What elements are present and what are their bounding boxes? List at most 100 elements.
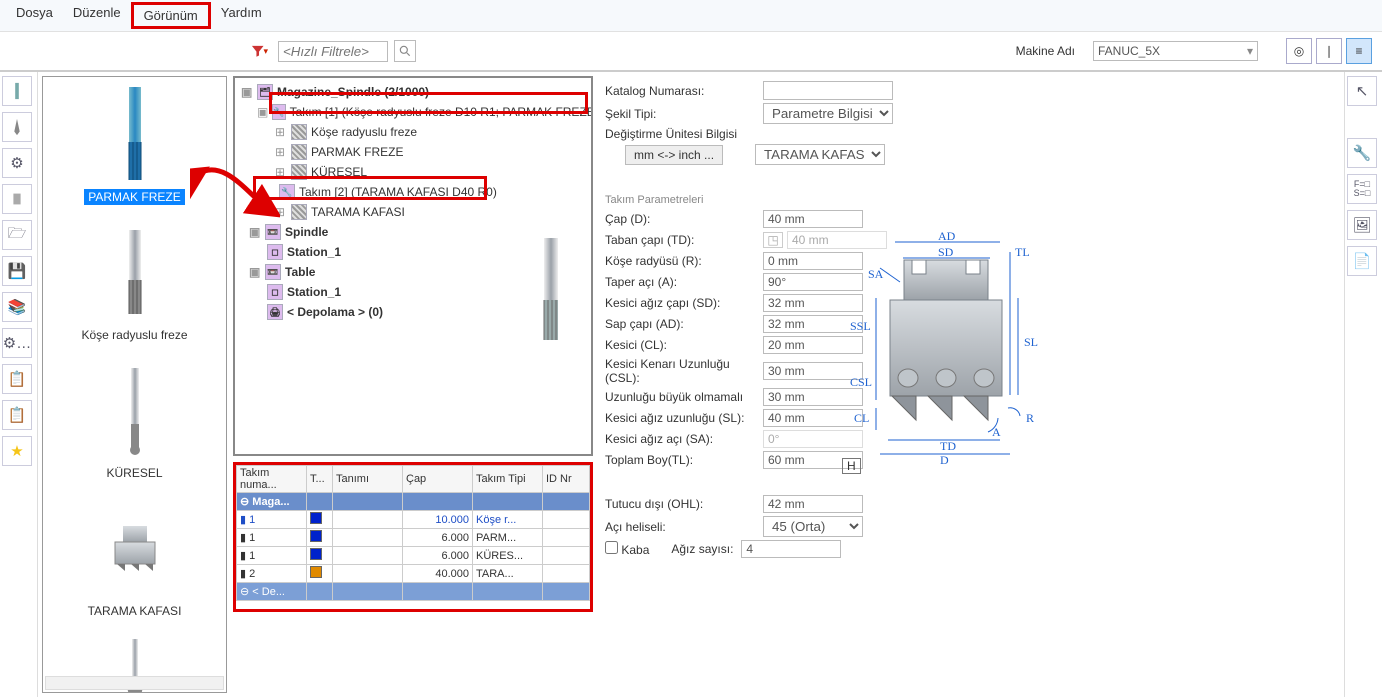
- svg-text:AD: AD: [938, 230, 956, 243]
- param-label: Toplam Boy(TL):: [605, 453, 755, 467]
- lt-library-icon[interactable]: 📚: [2, 292, 32, 322]
- col-tanimi[interactable]: Tanımı: [333, 466, 403, 493]
- param-label: Sap çapı (AD):: [605, 317, 755, 331]
- sel-helis[interactable]: 45 (Orta): [763, 516, 863, 537]
- tree-t1b[interactable]: ⊞PARMAK FREZE: [275, 142, 585, 162]
- left-toolbar: ⚙ 🗁 💾 📚 ⚙… 📋 📋 ★: [0, 72, 38, 697]
- svg-text:TL: TL: [1015, 245, 1030, 259]
- svg-text:D: D: [940, 453, 949, 467]
- view-mode2-icon[interactable]: ❘: [1316, 38, 1342, 64]
- svg-text:CL: CL: [854, 411, 869, 425]
- param-label: Kesici Kenarı Uzunluğu (CSL):: [605, 357, 755, 385]
- lt-save-icon[interactable]: 💾: [2, 256, 32, 286]
- top-toolbar: ▾ Makine Adı FANUC_5X▾ ◎ ❘ ≡: [0, 32, 1382, 72]
- menu-gorunum[interactable]: Görünüm: [131, 2, 211, 29]
- tool-grid: Takım numa... T... Tanımı Çap Takım Tipi…: [233, 462, 593, 612]
- tool-tree: ▣🗂 Magazine_Spindle (2/1000) ▣🔧 Takım [1…: [233, 76, 593, 456]
- lbl-helis: Açı heliseli:: [605, 520, 755, 534]
- tree-t2a[interactable]: ⊞TARAMA KAFASI: [275, 202, 585, 222]
- tool-kose-label: Köşe radyuslu freze: [77, 327, 191, 343]
- lt-list2-icon[interactable]: 📋: [2, 400, 32, 430]
- param-label: Taban çapı (TD):: [605, 233, 755, 247]
- lt-endmill-icon[interactable]: [2, 76, 32, 106]
- lt-gear-icon[interactable]: ⚙: [2, 148, 32, 178]
- sel-tooltype[interactable]: TARAMA KAFASI: [755, 144, 885, 165]
- palette-hscroll[interactable]: [45, 676, 224, 690]
- machine-select[interactable]: FANUC_5X▾: [1093, 41, 1258, 61]
- tree-t2[interactable]: ▣🔧 Takım [2] (TARAMA KAFASI D40 R0): [263, 182, 497, 202]
- tool-parmak-freze[interactable]: PARMAK FREZE: [43, 77, 226, 215]
- grid-row-3[interactable]: ▮ 2 40.000 TARA...: [237, 565, 590, 583]
- rt-fs-icon[interactable]: F=□S=□: [1347, 174, 1377, 204]
- col-tip[interactable]: Takım Tipi: [473, 466, 543, 493]
- tree-t1a[interactable]: ⊞Köşe radyuslu freze: [275, 122, 585, 142]
- lt-list-icon[interactable]: 📋: [2, 364, 32, 394]
- param-value[interactable]: 40 mm: [763, 210, 863, 228]
- tool-kuresel-label: KÜRESEL: [102, 465, 166, 481]
- lt-settings-icon[interactable]: ⚙…: [2, 328, 32, 358]
- menu-dosya[interactable]: Dosya: [6, 2, 63, 29]
- grid-group-maga[interactable]: ⊖ Maga...: [237, 493, 590, 511]
- svg-text:SD: SD: [938, 245, 954, 259]
- tool-tarama[interactable]: TARAMA KAFASI: [43, 491, 226, 629]
- rt-doc-icon[interactable]: 📄: [1347, 246, 1377, 276]
- tool-tarama-label: TARAMA KAFASI: [84, 603, 186, 619]
- param-label: Köşe radyüsü (R):: [605, 254, 755, 268]
- val-agiz[interactable]: 4: [741, 540, 841, 558]
- tool-preview-icon: [531, 238, 571, 348]
- tool-kose[interactable]: Köşe radyuslu freze: [43, 215, 226, 353]
- tree-root[interactable]: ▣🗂 Magazine_Spindle (2/1000): [241, 82, 585, 102]
- params-title: Takım Parametreleri: [605, 194, 1334, 206]
- param-label: Kesici ağız çapı (SD):: [605, 296, 755, 310]
- machine-label: Makine Adı: [1016, 44, 1075, 58]
- tree-t1c[interactable]: ⊞KÜRESEL: [275, 162, 585, 182]
- chk-kaba[interactable]: [605, 541, 618, 554]
- lt-holder-icon[interactable]: [2, 184, 32, 214]
- lbl-katalog: Katalog Numarası:: [605, 84, 755, 98]
- param-label: Taper açı (A):: [605, 275, 755, 289]
- inp-katalog[interactable]: [763, 81, 893, 100]
- col-num[interactable]: Takım numa...: [237, 466, 307, 493]
- tree-t1[interactable]: ▣🔧 Takım [1] (Köşe radyuslu freze D10 R1…: [257, 102, 585, 122]
- tool-palette: PARMAK FREZE Köşe radyuslu freze KÜRES: [42, 76, 227, 693]
- svg-text:CSL: CSL: [850, 375, 872, 389]
- grid-row-0[interactable]: ▮ 1 10.000 Köşe r...: [237, 511, 590, 529]
- col-id[interactable]: ID Nr: [543, 466, 590, 493]
- btn-unit[interactable]: mm <-> inch ...: [625, 145, 723, 165]
- svg-text:SL: SL: [1024, 335, 1038, 349]
- lbl-unit: Değiştirme Ünitesi Bilgisi: [605, 127, 755, 141]
- param-icon[interactable]: ◳: [763, 232, 783, 248]
- rt-image-icon[interactable]: 🖼: [1347, 210, 1377, 240]
- svg-text:SSL: SSL: [850, 319, 871, 333]
- diagram-h-toggle[interactable]: H: [842, 458, 861, 474]
- view-mode1-icon[interactable]: ◎: [1286, 38, 1312, 64]
- grid-row-1[interactable]: ▮ 1 6.000 PARM...: [237, 529, 590, 547]
- grid-row-2[interactable]: ▮ 1 6.000 KÜRES...: [237, 547, 590, 565]
- lbl-sekil: Şekil Tipi:: [605, 107, 755, 121]
- svg-text:R: R: [1026, 411, 1034, 425]
- val-ohl[interactable]: 42 mm: [763, 495, 863, 513]
- grid-group-depo[interactable]: ⊖ < De...: [237, 583, 590, 601]
- col-t[interactable]: T...: [307, 466, 333, 493]
- sel-sekil[interactable]: Parametre Bilgisi: [763, 103, 893, 124]
- lt-drill-icon[interactable]: [2, 112, 32, 142]
- filter-icon[interactable]: ▾: [250, 42, 268, 60]
- lbl-ohl: Tutucu dışı (OHL):: [605, 497, 755, 511]
- rt-tool-icon[interactable]: 🔧: [1347, 138, 1377, 168]
- svg-text:A: A: [992, 425, 1001, 439]
- menu-yardim[interactable]: Yardım: [211, 2, 272, 29]
- quick-filter-input[interactable]: [278, 41, 388, 62]
- menu-duzenle[interactable]: Düzenle: [63, 2, 131, 29]
- rt-cursor-icon[interactable]: ↖: [1347, 76, 1377, 106]
- param-label: Kesici (CL):: [605, 338, 755, 352]
- view-mode3-icon[interactable]: ≡: [1346, 38, 1372, 64]
- tool-kuresel[interactable]: KÜRESEL: [43, 353, 226, 491]
- param-label: Uzunluğu büyük olmamalı: [605, 390, 755, 404]
- param-label: Kesici ağız açı (SA):: [605, 432, 755, 446]
- col-cap[interactable]: Çap: [403, 466, 473, 493]
- lt-star-icon[interactable]: ★: [2, 436, 32, 466]
- search-button[interactable]: [394, 40, 416, 62]
- param-label: Çap (D):: [605, 212, 755, 226]
- lt-open-icon[interactable]: 🗁: [2, 220, 32, 250]
- param-label: Kesici ağız uzunluğu (SL):: [605, 411, 755, 425]
